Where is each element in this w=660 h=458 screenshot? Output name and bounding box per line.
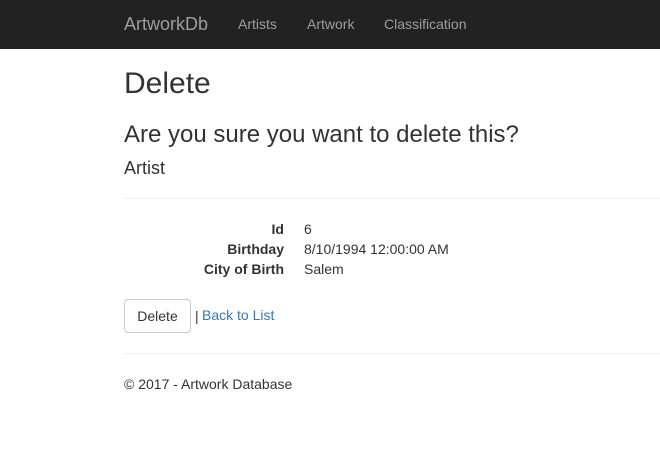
detail-label: Birthday — [227, 241, 284, 257]
entity-heading: Artist — [124, 158, 166, 178]
back-to-list-link[interactable]: Back to List — [202, 307, 274, 323]
detail-row-city-of-birth: City of Birth Salem — [124, 259, 660, 279]
action-separator: | — [195, 308, 199, 324]
confirm-heading: Are you sure you want to delete this? — [124, 121, 519, 148]
detail-value: 6 — [304, 221, 312, 237]
brand-link[interactable]: ArtworkDb — [124, 14, 208, 34]
detail-value: Salem — [304, 261, 344, 277]
footer-divider — [124, 353, 660, 354]
nav-link-artwork[interactable]: Artwork — [307, 16, 354, 32]
detail-value: 8/10/1994 12:00:00 AM — [304, 241, 449, 257]
nav-link-classification[interactable]: Classification — [384, 16, 466, 32]
delete-button[interactable]: Delete — [124, 299, 191, 333]
detail-row-birthday: Birthday 8/10/1994 12:00:00 AM — [124, 239, 660, 259]
footer-copyright: © 2017 - Artwork Database — [124, 376, 293, 392]
detail-label: City of Birth — [203, 261, 284, 277]
page-title: Delete — [124, 67, 211, 100]
divider — [124, 198, 660, 199]
detail-row-id: Id 6 — [124, 219, 660, 239]
nav-link-artists[interactable]: Artists — [238, 16, 277, 32]
top-navbar: ArtworkDb Artists Artwork Classification — [0, 0, 660, 49]
detail-label: Id — [271, 221, 284, 237]
